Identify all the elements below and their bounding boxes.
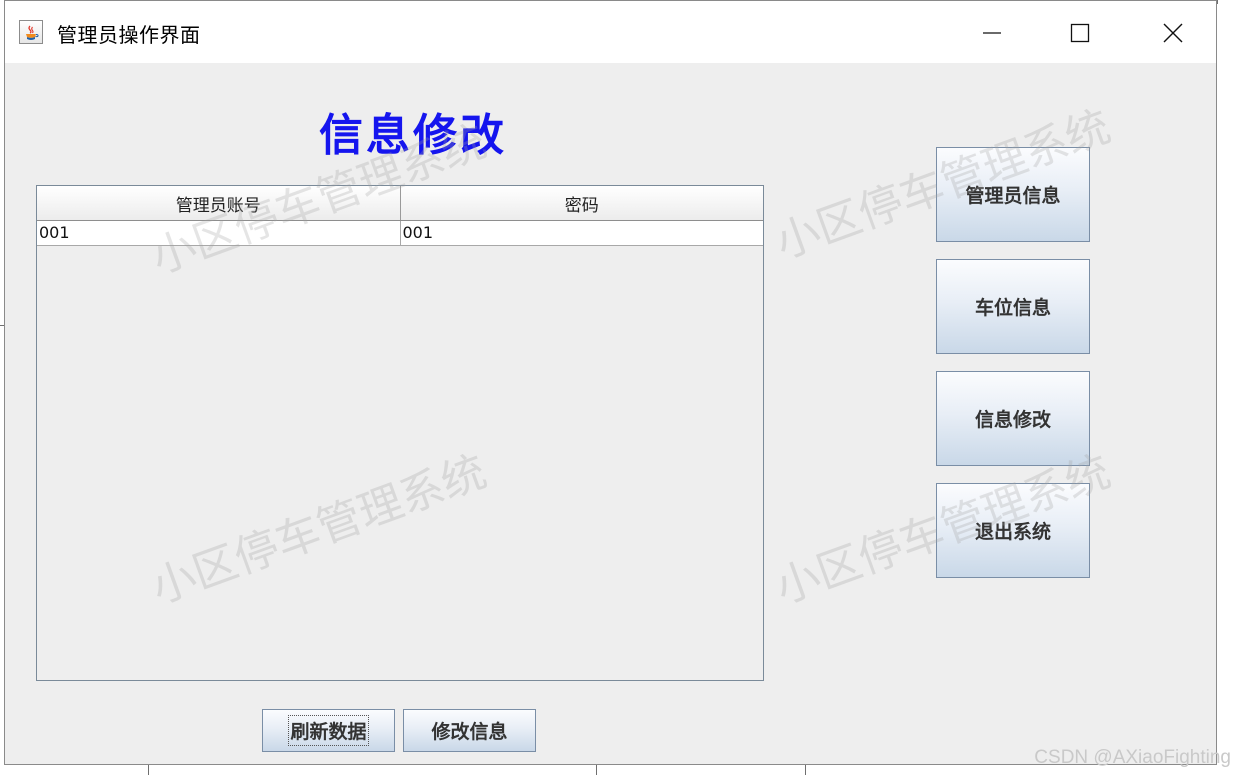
screen: 管理员操作界面 信息修改 管理员账号 密码 001 001 管理员信息 车位信息…	[0, 0, 1235, 775]
admin-info-button-label: 管理员信息	[965, 185, 1061, 207]
admin-info-button[interactable]: 管理员信息	[936, 147, 1090, 242]
cell-password[interactable]: 001	[401, 221, 764, 245]
parking-info-button[interactable]: 车位信息	[936, 259, 1090, 354]
background-window-edge	[805, 765, 806, 775]
exit-system-button-label: 退出系统	[974, 521, 1051, 543]
minimize-icon	[983, 32, 1001, 34]
minimize-button[interactable]	[969, 15, 1015, 51]
refresh-data-button-label: 刷新数据	[288, 715, 369, 746]
background-window-edge	[1217, 0, 1218, 4]
background-window-edge	[148, 765, 149, 775]
maximize-icon	[1070, 23, 1090, 43]
column-header-account[interactable]: 管理员账号	[37, 186, 401, 220]
edit-info-nav-button-label: 信息修改	[974, 409, 1051, 431]
window-title: 管理员操作界面	[57, 23, 201, 47]
close-icon	[1163, 23, 1183, 43]
source-watermark: CSDN @AXiaoFighting	[1034, 747, 1231, 768]
modify-info-button[interactable]: 修改信息	[403, 709, 536, 752]
title-bar[interactable]: 管理员操作界面	[5, 1, 1216, 63]
page-heading: 信息修改	[319, 110, 507, 161]
maximize-button[interactable]	[1057, 15, 1103, 51]
parking-info-button-label: 车位信息	[974, 297, 1051, 319]
table-header: 管理员账号 密码	[37, 186, 763, 221]
table-row[interactable]: 001 001	[37, 221, 763, 246]
cell-account[interactable]: 001	[37, 221, 401, 245]
admin-table[interactable]: 管理员账号 密码 001 001	[36, 185, 764, 681]
exit-system-button[interactable]: 退出系统	[936, 483, 1090, 578]
modify-info-button-label: 修改信息	[431, 721, 508, 743]
admin-window: 管理员操作界面 信息修改 管理员账号 密码 001 001 管理员信息 车位信息…	[4, 0, 1217, 765]
refresh-data-button[interactable]: 刷新数据	[262, 709, 395, 752]
java-app-icon	[19, 20, 43, 44]
close-button[interactable]	[1150, 15, 1196, 51]
edit-info-nav-button[interactable]: 信息修改	[936, 371, 1090, 466]
column-header-password[interactable]: 密码	[401, 186, 764, 220]
background-window-edge	[596, 765, 597, 775]
